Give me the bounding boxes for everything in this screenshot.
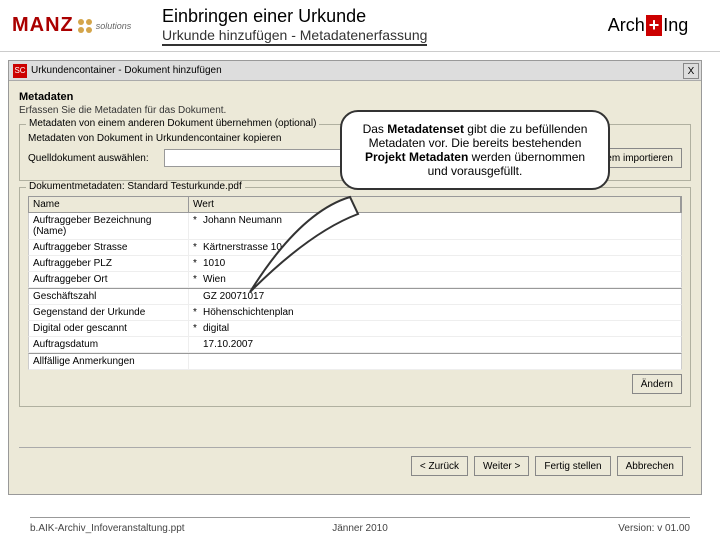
logo-arching: Arch+Ing <box>588 8 708 44</box>
groupbox-label-1: Metadaten von einem anderen Dokument übe… <box>26 118 319 129</box>
plus-icon: + <box>646 15 663 36</box>
cell-name: Geschäftszahl <box>29 289 189 304</box>
callout-tail-icon <box>240 192 360 302</box>
cell-name: Auftraggeber PLZ <box>29 256 189 271</box>
back-button[interactable]: < Zurück <box>411 456 468 476</box>
table-row[interactable]: Allfällige Anmerkungen <box>28 353 682 370</box>
cancel-button[interactable]: Abbrechen <box>617 456 683 476</box>
footer-center: Jänner 2010 <box>332 523 388 534</box>
ing-text: Ing <box>663 15 688 36</box>
dialog-footer-buttons: < Zurück Weiter > Fertig stellen Abbrech… <box>19 447 691 484</box>
content-area: SC Urkundencontainer - Dokument hinzufüg… <box>0 52 720 492</box>
footer-divider <box>30 517 690 518</box>
cell-name: Gegenstand der Urkunde <box>29 305 189 320</box>
next-button[interactable]: Weiter > <box>474 456 529 476</box>
page-header: MANZ solutions Einbringen einer Urkunde … <box>0 0 720 52</box>
close-button[interactable]: X <box>683 63 699 79</box>
arch-text: Arch <box>608 15 645 36</box>
callout-bubble: Das Metadatenset gibt die zu befüllenden… <box>340 110 610 190</box>
table-row[interactable]: Gegenstand der Urkunde*Höhenschichtenpla… <box>28 305 682 321</box>
footer-right: Version: v 01.00 <box>618 523 690 534</box>
title-block: Einbringen einer Urkunde Urkunde hinzufü… <box>142 6 588 46</box>
cell-value <box>189 354 681 369</box>
table-row[interactable]: Digital oder gescannt*digital <box>28 321 682 337</box>
finish-button[interactable]: Fertig stellen <box>535 456 610 476</box>
section-title: Metadaten <box>19 91 691 103</box>
manz-dots-icon <box>78 19 92 33</box>
cell-name: Digital oder gescannt <box>29 321 189 336</box>
dialog-titlebar: SC Urkundencontainer - Dokument hinzufüg… <box>9 61 701 81</box>
cell-name: Allfällige Anmerkungen <box>29 354 189 369</box>
dialog-icon: SC <box>13 64 27 78</box>
manz-logo-text: MANZ <box>12 14 74 37</box>
logo-manz: MANZ solutions <box>12 6 142 46</box>
source-label: Quelldokument auswählen: <box>28 153 158 164</box>
manz-logo-sub: solutions <box>96 21 132 31</box>
cell-name: Auftragsdatum <box>29 337 189 352</box>
cell-name: Auftraggeber Strasse <box>29 240 189 255</box>
footer-left: b.AIK-Archiv_Infoveranstaltung.ppt <box>30 523 185 534</box>
cell-name: Auftraggeber Bezeichnung (Name) <box>29 213 189 239</box>
groupbox-label-2: Dokumentmetadaten: Standard Testurkunde.… <box>26 181 245 192</box>
dialog-title-text: Urkundencontainer - Dokument hinzufügen <box>31 65 222 76</box>
cell-value: 17.10.2007 <box>189 337 681 352</box>
cell-value: *Höhenschichtenplan <box>189 305 681 320</box>
table-row[interactable]: Auftragsdatum17.10.2007 <box>28 337 682 353</box>
change-button[interactable]: Ändern <box>632 374 682 394</box>
cell-name: Auftraggeber Ort <box>29 272 189 287</box>
cell-value: *digital <box>189 321 681 336</box>
page-footer: b.AIK-Archiv_Infoveranstaltung.ppt Jänne… <box>0 523 720 534</box>
page-title: Einbringen einer Urkunde <box>162 6 588 27</box>
col-name: Name <box>29 197 189 212</box>
page-subtitle: Urkunde hinzufügen - Metadatenerfassung <box>162 27 427 46</box>
